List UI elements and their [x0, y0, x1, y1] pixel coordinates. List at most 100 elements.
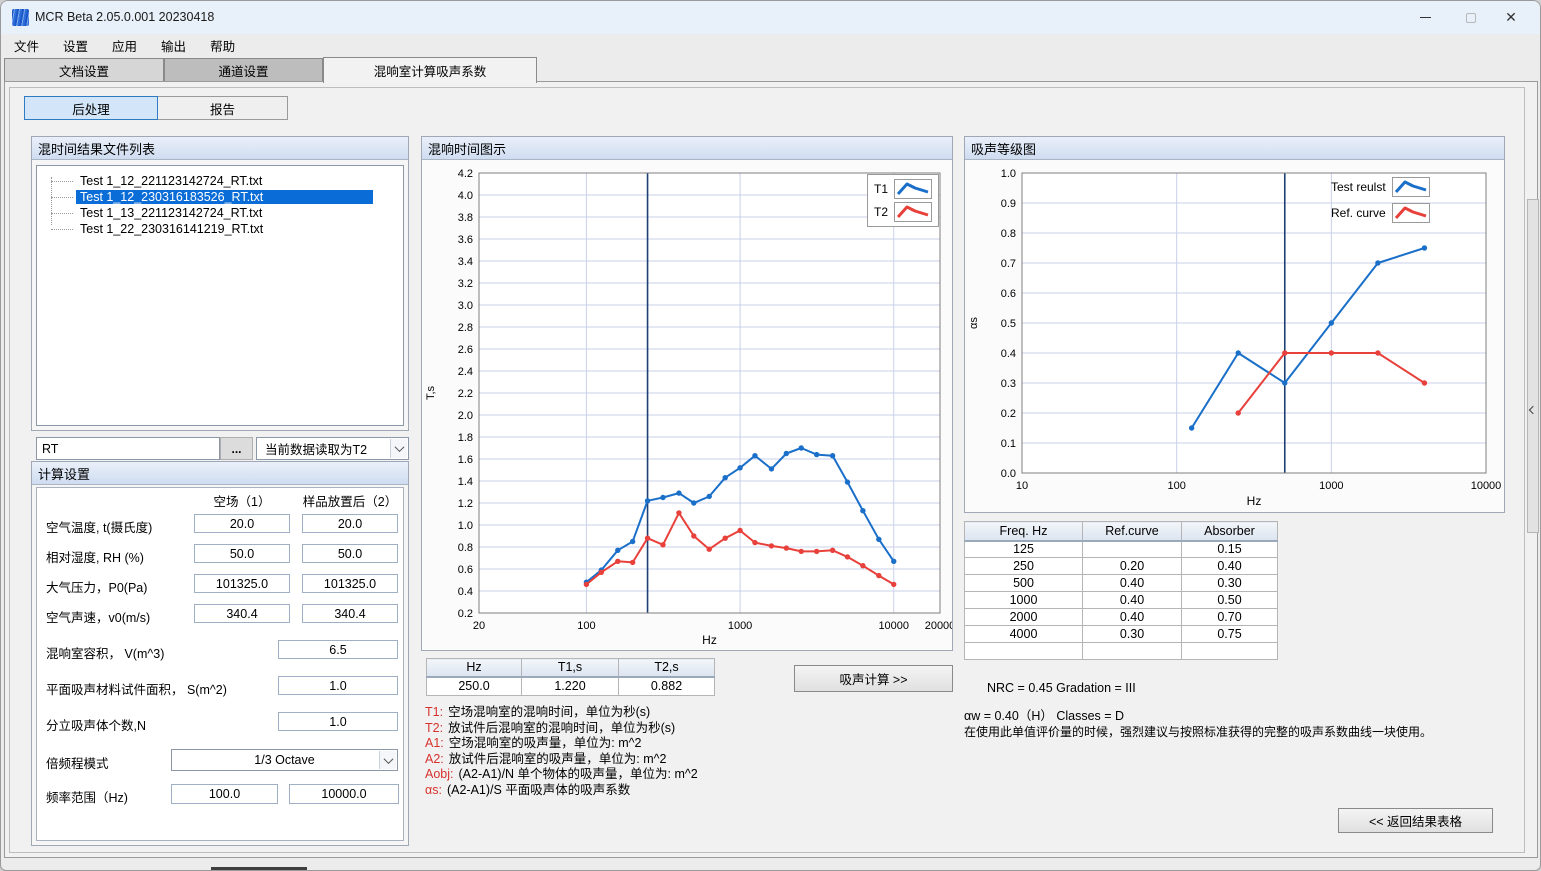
- svg-text:3.6: 3.6: [458, 234, 473, 246]
- legend-entry: Test reulst: [1331, 177, 1430, 197]
- svg-text:2.8: 2.8: [458, 322, 473, 334]
- dropdown-arrow-box[interactable]: [379, 751, 396, 769]
- svg-text:1.0: 1.0: [458, 520, 473, 532]
- rating-chart-title: 吸声等级图: [965, 137, 1504, 160]
- table-cell: 0.40: [1083, 575, 1182, 592]
- single-value-note: 在使用此单值评价量的时候，强烈建议与按照标准获得的完整的吸声系数曲线一块使用。: [964, 723, 1432, 740]
- nrc-result-text: NRC = 0.45 Gradation = III: [987, 681, 1136, 695]
- dropdown-arrow-box[interactable]: [390, 439, 407, 458]
- legend-entry: T1: [874, 179, 932, 199]
- file-list-item[interactable]: Test 1_12_230316183526_RT.txt: [37, 189, 373, 205]
- table-header: Freq. Hz: [965, 522, 1083, 541]
- calc-single-label: 分立吸声体个数,N: [46, 715, 146, 734]
- calc-input-empty-1[interactable]: [194, 514, 290, 533]
- table-header: T2,s: [619, 659, 715, 677]
- aw-result-text: αw = 0.40（H） Classes = D: [964, 705, 1124, 724]
- rating-table: Freq. HzRef.curveAbsorber1250.152500.200…: [964, 521, 1278, 660]
- calc-input-empty-2[interactable]: [194, 544, 290, 563]
- rt-chart-legend: T1T2: [867, 174, 939, 227]
- svg-text:0.6: 0.6: [1001, 288, 1016, 300]
- calc-single-input-1[interactable]: [278, 640, 398, 659]
- legend-label: Ref. curve: [1331, 206, 1386, 220]
- rt-chart-title: 混响时间图示: [422, 137, 952, 160]
- freq-range-label: 频率范围（Hz): [46, 787, 128, 806]
- svg-text:0.4: 0.4: [1001, 348, 1016, 360]
- file-name: Test 1_12_221123142724_RT.txt: [76, 174, 266, 188]
- rating-chart-legend: Test reulst Ref. curve: [1331, 177, 1430, 223]
- series-curve-icon: [894, 202, 932, 222]
- annotation-key: αs:: [425, 783, 442, 797]
- calc-single-input-2[interactable]: [278, 676, 398, 695]
- calc-row-label: 大气压力，P0(Pa): [46, 577, 147, 596]
- annotation-text: (A2-A1)/S 平面吸声体的吸声系数: [447, 783, 630, 797]
- title-bar: MCR Beta 2.05.0.001 20230418 ✕: [1, 1, 1540, 34]
- calc-input-empty-4[interactable]: [194, 604, 290, 623]
- svg-text:1.2: 1.2: [458, 498, 473, 510]
- chevron-left-icon: [1529, 406, 1537, 414]
- octave-mode-dropdown[interactable]: 1/3 Octave: [171, 749, 398, 771]
- file-list-item[interactable]: Test 1_12_221123142724_RT.txt: [37, 173, 266, 189]
- svg-text:2.0: 2.0: [458, 410, 473, 422]
- calc-input-sample-4[interactable]: [302, 604, 398, 623]
- calc-single-input-3[interactable]: [278, 712, 398, 731]
- svg-text:αs: αs: [968, 317, 980, 329]
- svg-text:2.2: 2.2: [458, 388, 473, 400]
- table-row: 10000.400.50: [965, 592, 1278, 609]
- table-cell: 0.50: [1182, 592, 1278, 609]
- tab-strip: 文档设置通道设置混响室计算吸声系数: [1, 56, 1540, 82]
- svg-text:3.4: 3.4: [458, 256, 473, 268]
- annotation-line: Aobj:(A2-A1)/N 单个物体的吸声量，单位为: m^2: [425, 763, 698, 779]
- svg-text:0.9: 0.9: [1001, 198, 1016, 210]
- menu-2[interactable]: 设置: [60, 34, 91, 57]
- tab-2[interactable]: 通道设置: [164, 58, 323, 82]
- tab-report[interactable]: 报告: [157, 96, 288, 120]
- rt-chart[interactable]: 0.20.40.60.81.01.21.41.61.82.02.22.42.62…: [422, 160, 952, 649]
- table-row: 2500.200.40: [965, 558, 1278, 575]
- table-cell: 250: [965, 558, 1083, 575]
- menu-1[interactable]: 文件: [11, 34, 42, 57]
- svg-text:3.0: 3.0: [458, 300, 473, 312]
- table-row: [965, 643, 1278, 660]
- svg-text:4.2: 4.2: [458, 168, 473, 180]
- svg-text:1.4: 1.4: [458, 476, 473, 488]
- file-name: Test 1_22_230316141219_RT.txt: [76, 222, 267, 236]
- tab-3[interactable]: 混响室计算吸声系数: [323, 57, 537, 83]
- svg-text:0.3: 0.3: [1001, 378, 1016, 390]
- close-icon: ✕: [1505, 9, 1517, 26]
- rt-file-list[interactable]: Test 1_12_221123142724_RT.txt Test 1_12_2…: [36, 165, 404, 426]
- tab-1[interactable]: 文档设置: [4, 58, 164, 82]
- table-cell: [1083, 643, 1182, 660]
- rt-name-input[interactable]: [36, 437, 220, 460]
- table-cell: [1182, 643, 1278, 660]
- calc-input-sample-1[interactable]: [302, 514, 398, 533]
- table-header: Hz: [427, 659, 522, 677]
- menu-4[interactable]: 输出: [158, 34, 189, 57]
- minimize-button[interactable]: [1402, 1, 1448, 34]
- freq-max-input[interactable]: [289, 784, 399, 804]
- menu-3[interactable]: 应用: [109, 34, 140, 57]
- svg-text:0.2: 0.2: [1001, 408, 1016, 420]
- table-cell: 0.30: [1182, 575, 1278, 592]
- calc-input-sample-2[interactable]: [302, 544, 398, 563]
- table-cell: 0.20: [1083, 558, 1182, 575]
- absorption-calc-button[interactable]: 吸声计算 >>: [794, 665, 953, 692]
- file-list-item[interactable]: Test 1_13_221123142724_RT.txt: [37, 205, 266, 221]
- svg-text:100: 100: [1167, 480, 1185, 492]
- browse-button[interactable]: ...: [220, 437, 253, 460]
- tree-stub: [51, 197, 73, 198]
- close-button[interactable]: ✕: [1488, 1, 1534, 34]
- calc-input-sample-3[interactable]: [302, 574, 398, 593]
- menu-5[interactable]: 帮助: [207, 34, 238, 57]
- menu-bar: 文件设置应用输出帮助: [1, 34, 1540, 56]
- table-row: 5000.400.30: [965, 575, 1278, 592]
- freq-min-input[interactable]: [171, 784, 278, 804]
- svg-text:0.0: 0.0: [1001, 468, 1016, 480]
- calc-input-empty-3[interactable]: [194, 574, 290, 593]
- rt-file-list-title: 混时间结果文件列表: [32, 137, 408, 160]
- file-list-item[interactable]: Test 1_22_230316141219_RT.txt: [37, 221, 267, 237]
- tab-post-processing[interactable]: 后处理: [24, 96, 158, 120]
- data-read-dropdown[interactable]: 当前数据读取为T2: [256, 437, 409, 460]
- file-name: Test 1_12_230316183526_RT.txt: [76, 190, 373, 204]
- back-to-results-button[interactable]: << 返回结果表格: [1338, 808, 1493, 833]
- panel-collapse-splitter[interactable]: [1527, 199, 1539, 533]
